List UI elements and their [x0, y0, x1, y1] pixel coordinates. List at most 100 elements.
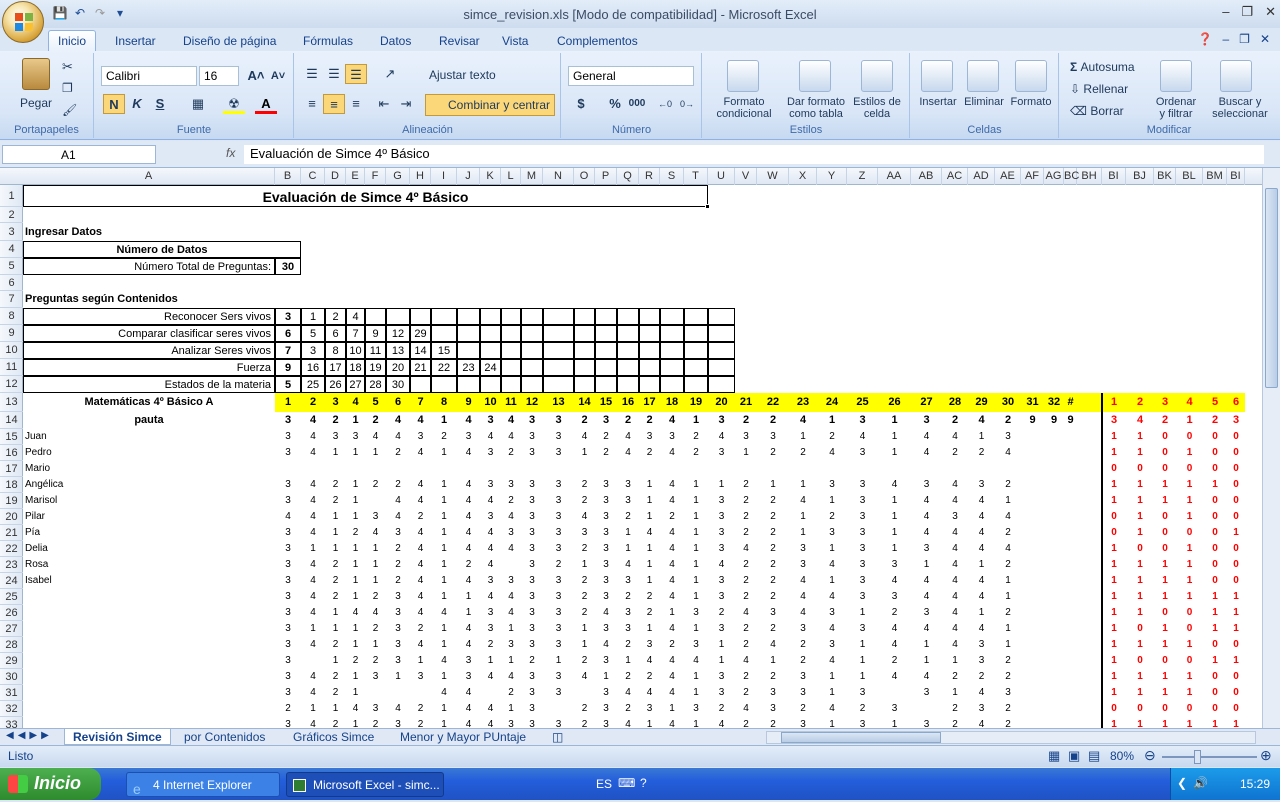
result-cell[interactable]: 0 [1154, 429, 1176, 445]
content-item-cell[interactable]: 20 [386, 359, 410, 376]
answer-cell[interactable]: 2 [878, 653, 911, 669]
answer-cell[interactable]: 2 [639, 589, 660, 605]
question-number-header[interactable]: 8 [431, 393, 457, 412]
row-header[interactable]: 4 [0, 241, 23, 258]
answer-cell[interactable] [911, 701, 942, 717]
answer-cell[interactable]: 4 [617, 717, 639, 728]
pauta-cell[interactable]: 3 [275, 412, 301, 429]
content-item-cell[interactable] [595, 325, 617, 342]
pauta-cell[interactable]: 3 [480, 412, 501, 429]
row-header[interactable]: 1 [0, 185, 23, 207]
cut-icon[interactable]: ✂ [62, 59, 73, 75]
answer-cell[interactable]: 2 [617, 509, 639, 525]
answer-cell[interactable]: 3 [574, 525, 595, 541]
answer-cell[interactable]: 1 [431, 717, 457, 728]
answer-cell[interactable] [480, 685, 501, 701]
row-header[interactable]: 10 [0, 342, 23, 359]
result-cell[interactable]: 1 [1154, 493, 1176, 509]
question-number-header[interactable]: 15 [595, 393, 617, 412]
answer-cell[interactable]: 1 [431, 493, 457, 509]
taskbar-excel[interactable]: Microsoft Excel - simc... [286, 772, 444, 797]
answer-cell[interactable]: 1 [617, 525, 639, 541]
answer-cell[interactable]: 4 [968, 621, 995, 637]
answer-cell[interactable]: 4 [660, 525, 684, 541]
answer-cell[interactable]: 4 [942, 605, 968, 621]
answer-cell[interactable]: 4 [386, 493, 410, 509]
answer-cell[interactable]: 4 [817, 621, 847, 637]
answer-cell[interactable]: 3 [521, 637, 543, 653]
answer-cell[interactable]: 3 [789, 685, 817, 701]
result-cell[interactable]: 1 [1102, 685, 1126, 701]
question-number-header[interactable]: 13 [543, 393, 574, 412]
column-header[interactable]: U [708, 168, 735, 185]
answer-cell[interactable]: 4 [275, 509, 301, 525]
answer-cell[interactable]: 2 [457, 557, 480, 573]
result-cell[interactable]: 1 [1102, 589, 1126, 605]
help-tray-icon[interactable]: ? [640, 776, 647, 790]
sheet-tab-revision[interactable]: Revisión Simce [64, 729, 171, 745]
scroll-thumb[interactable] [1265, 188, 1278, 388]
content-item-cell[interactable] [639, 325, 660, 342]
answer-cell[interactable]: 2 [431, 429, 457, 445]
answer-cell[interactable]: 1 [847, 669, 878, 685]
result-cell[interactable]: 0 [1227, 573, 1245, 589]
pauta-result-cell[interactable]: 1 [1176, 412, 1203, 429]
answer-cell[interactable]: 3 [968, 701, 995, 717]
content-item-cell[interactable]: 5 [301, 325, 325, 342]
answer-cell[interactable]: 1 [684, 493, 708, 509]
result-cell[interactable]: 1 [1227, 717, 1245, 728]
column-header[interactable]: AB [911, 168, 942, 185]
answer-cell[interactable]: 4 [301, 669, 325, 685]
answer-cell[interactable]: 4 [410, 445, 431, 461]
student-name-cell[interactable] [23, 589, 275, 605]
student-name-cell[interactable]: Isabel [23, 573, 275, 589]
answer-cell[interactable]: 3 [543, 717, 574, 728]
answer-cell[interactable]: 2 [735, 685, 757, 701]
answer-cell[interactable]: 1 [346, 685, 365, 701]
taskbar-ie[interactable]: e 4 Internet Explorer [126, 772, 280, 797]
answer-cell[interactable]: 4 [457, 685, 480, 701]
result-header[interactable]: 5 [1203, 393, 1227, 412]
answer-cell[interactable]: 3 [543, 621, 574, 637]
answer-cell[interactable]: 2 [757, 717, 789, 728]
result-cell[interactable]: 1 [1102, 557, 1126, 573]
answer-cell[interactable]: 2 [346, 525, 365, 541]
cell-area[interactable]: Evaluación de Simce 4º Básico Ingresar Da… [23, 185, 1262, 728]
answer-cell[interactable]: 2 [878, 605, 911, 621]
answer-cell[interactable]: 3 [968, 477, 995, 493]
answer-cell[interactable]: 2 [617, 701, 639, 717]
answer-cell[interactable]: 3 [521, 493, 543, 509]
answer-cell[interactable]: 4 [878, 637, 911, 653]
result-header[interactable]: 3 [1154, 393, 1176, 412]
answer-cell[interactable]: 4 [301, 493, 325, 509]
column-header[interactable]: AG [1044, 168, 1064, 185]
answer-cell[interactable]: 4 [660, 493, 684, 509]
answer-cell[interactable]: 3 [521, 621, 543, 637]
answer-cell[interactable]: 2 [639, 669, 660, 685]
answer-cell[interactable]: 2 [757, 445, 789, 461]
result-cell[interactable]: 1 [1203, 653, 1227, 669]
answer-cell[interactable]: 4 [942, 525, 968, 541]
answer-cell[interactable]: 4 [431, 685, 457, 701]
underline-button[interactable]: S [149, 94, 171, 114]
answer-cell[interactable]: 2 [735, 637, 757, 653]
result-cell[interactable]: 1 [1176, 717, 1203, 728]
answer-cell[interactable]: 2 [660, 509, 684, 525]
result-cell[interactable]: 1 [1227, 589, 1245, 605]
result-cell[interactable]: 0 [1176, 461, 1203, 477]
content-item-cell[interactable]: 11 [365, 342, 386, 359]
answer-cell[interactable]: 4 [911, 525, 942, 541]
result-cell[interactable]: 1 [1126, 605, 1154, 621]
content-item-cell[interactable]: 13 [386, 342, 410, 359]
answer-cell[interactable]: 4 [365, 525, 386, 541]
answer-cell[interactable]: 2 [325, 477, 346, 493]
column-header[interactable]: AE [995, 168, 1021, 185]
row-header[interactable]: 8 [0, 308, 23, 325]
result-cell[interactable]: 0 [1203, 637, 1227, 653]
formula-input[interactable]: Evaluación de Simce 4º Básico [244, 145, 1264, 164]
column-header[interactable]: AA [878, 168, 911, 185]
answer-cell[interactable]: 1 [346, 669, 365, 685]
answer-cell[interactable]: 1 [911, 637, 942, 653]
answer-cell[interactable]: 4 [574, 669, 595, 685]
answer-cell[interactable]: 3 [543, 429, 574, 445]
